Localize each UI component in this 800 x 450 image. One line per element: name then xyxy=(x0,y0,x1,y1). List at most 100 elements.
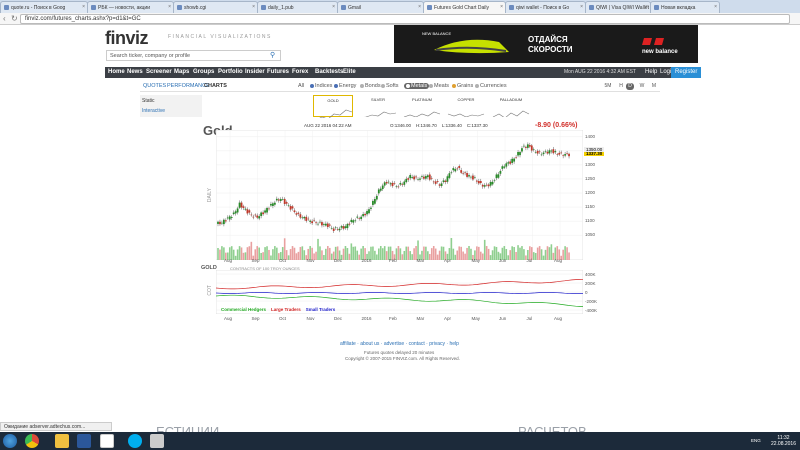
nav-item-portfolio[interactable]: Portfolio xyxy=(218,69,243,75)
timeframe-m[interactable]: M xyxy=(650,83,658,90)
tab-quotes[interactable]: QUOTES xyxy=(143,83,166,89)
category-all[interactable]: All xyxy=(298,83,304,89)
footer-link[interactable]: contact xyxy=(409,341,425,347)
search-input[interactable]: Search ticker, company or profile xyxy=(106,50,281,61)
open-value: O:1346.00 xyxy=(390,123,412,128)
timeframe-w[interactable]: W xyxy=(638,83,646,90)
category-softs[interactable]: Softs xyxy=(381,83,399,89)
nav-item-insider[interactable]: Insider xyxy=(245,69,265,75)
x-tick-label: Mar xyxy=(416,316,425,321)
candle-body xyxy=(338,228,341,231)
app-icon[interactable] xyxy=(150,434,164,448)
browser-tab[interactable]: Gmail × xyxy=(337,1,424,13)
x-tick-label: Feb xyxy=(389,316,397,321)
browser-tab[interactable]: qiwi wallet - Поиск в Go × xyxy=(505,1,586,13)
help-link[interactable]: Help xyxy=(645,69,657,75)
nav-item-forex[interactable]: Forex xyxy=(292,69,308,75)
close-icon[interactable]: × xyxy=(82,4,85,10)
y-tick-label: 1250 xyxy=(585,175,596,181)
footer-link[interactable]: affiliate xyxy=(340,341,356,347)
nav-item-maps[interactable]: Maps xyxy=(174,69,189,75)
browser-tab[interactable]: РБК — новости, акции × xyxy=(87,1,174,13)
browser-tab[interactable]: Futures Gold Chart Daily × xyxy=(423,1,506,13)
close-icon[interactable]: × xyxy=(580,4,583,10)
language-indicator[interactable]: ENG xyxy=(751,438,761,443)
register-button[interactable]: Register xyxy=(671,67,702,78)
chrome-icon[interactable] xyxy=(25,434,39,448)
candle-body xyxy=(309,220,312,222)
category-currencies[interactable]: Currencies xyxy=(475,83,507,89)
word-icon[interactable] xyxy=(77,434,91,448)
category-metals[interactable]: Metals xyxy=(404,83,430,89)
volume-bar xyxy=(379,246,382,260)
category-indices[interactable]: Indices xyxy=(310,83,332,89)
minichart-line xyxy=(319,109,353,118)
volume-bar xyxy=(515,251,517,260)
start-icon[interactable] xyxy=(3,434,17,448)
footer-link[interactable]: advertise xyxy=(384,341,404,347)
timeframe-h[interactable]: H xyxy=(617,83,625,90)
close-icon[interactable]: × xyxy=(500,4,503,10)
price-chart[interactable] xyxy=(216,130,583,260)
nav-item-screener[interactable]: Screener xyxy=(146,69,172,75)
close-icon[interactable]: × xyxy=(418,4,421,10)
change-value: -8.90 (0.66%) xyxy=(535,122,578,129)
category-grains[interactable]: Grains xyxy=(452,83,473,89)
candle-body xyxy=(442,180,445,183)
minichart-platinum[interactable]: PLATINUM xyxy=(402,95,442,117)
ad-banner[interactable]: ОТДАЙСЯ СКОРОСТИ NEW BALANCE new balance xyxy=(394,25,698,63)
tab-charts[interactable]: CHARTS xyxy=(204,83,227,89)
delay-note: Futures quotes delayed 20 minutes xyxy=(364,350,435,355)
minichart-silver[interactable]: SILVER xyxy=(358,95,398,117)
candle-body xyxy=(242,206,245,208)
search-icon[interactable]: ⚲ xyxy=(270,51,275,59)
paint-icon[interactable] xyxy=(100,434,114,448)
candle-body xyxy=(256,215,259,218)
minichart-gold[interactable]: GOLD xyxy=(313,95,353,118)
clock[interactable]: 11:32 22.08.2016 xyxy=(771,435,796,447)
nav-item-backtests[interactable]: Backtests xyxy=(315,69,343,75)
footer-link[interactable]: about us xyxy=(360,341,379,347)
category-meats[interactable]: Meats xyxy=(429,83,449,89)
candle-body xyxy=(452,168,455,171)
candle-body xyxy=(517,151,519,156)
timeframe-5m[interactable]: 5M xyxy=(604,83,612,90)
interactive-link[interactable]: Interactive xyxy=(142,108,165,114)
browser-tab[interactable]: quote.ru - Поиск в Goog × xyxy=(0,1,88,13)
browser-tab[interactable]: daily_1.pub × xyxy=(257,1,338,13)
browser-tab[interactable]: QIWI | Visa QIWI Wallet × xyxy=(585,1,651,13)
folder-icon[interactable] xyxy=(55,434,69,448)
static-link[interactable]: Static xyxy=(142,98,155,104)
browser-tab[interactable]: Новая вкладка × xyxy=(650,1,720,13)
close-icon[interactable]: × xyxy=(645,4,648,10)
minichart-palladium[interactable]: PALLADIUM xyxy=(491,95,531,117)
volume-bar xyxy=(540,249,543,260)
nav-item-groups[interactable]: Groups xyxy=(193,69,214,75)
candle-body xyxy=(336,229,339,230)
footer-link[interactable]: help xyxy=(449,341,458,347)
close-icon[interactable]: × xyxy=(168,4,171,10)
nav-item-home[interactable]: Home xyxy=(108,69,125,75)
candle-body xyxy=(266,207,268,213)
minichart-copper[interactable]: COPPER xyxy=(446,95,486,117)
close-icon[interactable]: × xyxy=(332,4,335,10)
timeframe-d[interactable]: D xyxy=(626,83,634,90)
browser-tab[interactable]: showb.cgi × xyxy=(173,1,258,13)
close-icon[interactable]: × xyxy=(252,4,255,10)
back-icon[interactable]: ‹ xyxy=(3,14,6,24)
url-field[interactable]: finviz.com/futures_charts.ashx?p=d1&t=GC xyxy=(20,14,790,24)
nav-item-news[interactable]: News xyxy=(127,69,143,75)
footer-link[interactable]: privacy xyxy=(429,341,445,347)
minichart-line xyxy=(492,110,530,117)
close-icon[interactable]: × xyxy=(714,4,717,10)
reload-icon[interactable]: ↻ xyxy=(11,14,18,24)
nav-item-futures[interactable]: Futures xyxy=(267,69,289,75)
volume-bar xyxy=(413,248,415,260)
nav-item-elite[interactable]: Elite xyxy=(343,69,356,75)
category-bonds[interactable]: Bonds xyxy=(360,83,381,89)
candle-body xyxy=(468,175,470,177)
skype-icon[interactable] xyxy=(128,434,142,448)
finviz-logo[interactable]: finviz xyxy=(105,28,149,49)
category-energy[interactable]: Energy xyxy=(334,83,356,89)
volume-bar xyxy=(487,248,490,260)
